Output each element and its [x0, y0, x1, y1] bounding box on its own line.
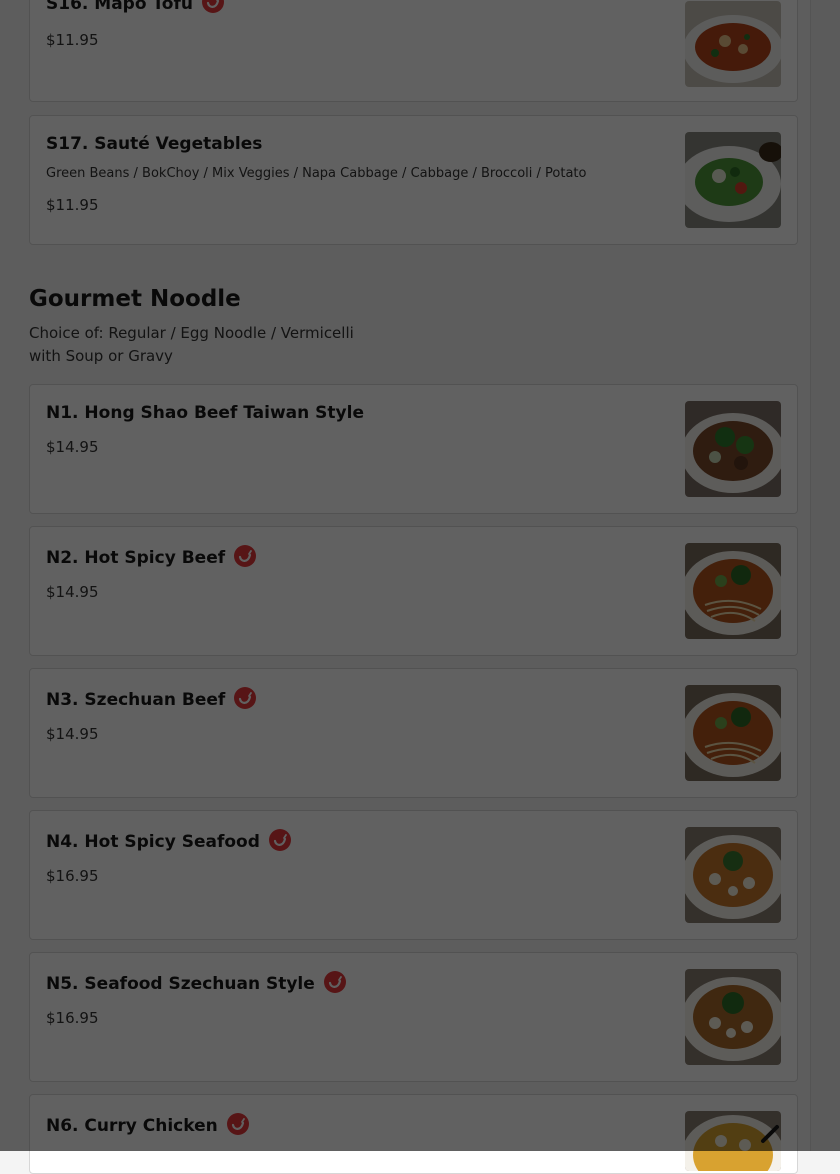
menu-item-card[interactable]: S16. Mapo Tofu $11.95: [29, 0, 798, 102]
menu-item-price: $14.95: [46, 725, 99, 743]
spicy-icon: [268, 829, 291, 851]
page-scrollbar[interactable]: [810, 0, 840, 1151]
menu-item-name-wrap: N4. Hot Spicy Seafood: [46, 829, 291, 852]
menu-item-card[interactable]: N4. Hot Spicy Seafood $16.95: [29, 810, 798, 940]
menu-item-card[interactable]: N2. Hot Spicy Beef $14.95: [29, 526, 798, 656]
menu-page: S16. Mapo Tofu $11.95 S17. Sauté Vegetab…: [0, 0, 840, 1174]
spicy-icon: [234, 687, 257, 709]
menu-item-card[interactable]: N6. Curry Chicken: [29, 1094, 798, 1174]
menu-item-name: N1. Hong Shao Beef Taiwan Style: [46, 403, 364, 423]
menu-item-card[interactable]: N5. Seafood Szechuan Style $16.95: [29, 952, 798, 1082]
menu-item-name-wrap: N2. Hot Spicy Beef: [46, 545, 257, 568]
food-thumbnail-image: [685, 1111, 781, 1171]
section-title: Gourmet Noodle: [29, 286, 241, 312]
menu-item-name: S16. Mapo Tofu: [46, 0, 193, 14]
menu-item-name-wrap: N6. Curry Chicken: [46, 1113, 249, 1136]
menu-item-card[interactable]: N1. Hong Shao Beef Taiwan Style $14.95: [29, 384, 798, 514]
food-thumbnail-image: [685, 1, 781, 87]
spicy-icon: [226, 1113, 249, 1135]
menu-item-card[interactable]: N3. Szechuan Beef $14.95: [29, 668, 798, 798]
section-subtitle-line: Choice of: Regular / Egg Noodle / Vermic…: [29, 324, 354, 342]
spicy-icon: [234, 545, 257, 567]
menu-item-price: $16.95: [46, 1009, 99, 1027]
menu-item-name-wrap: S16. Mapo Tofu: [46, 0, 224, 14]
section-subtitle-line: with Soup or Gravy: [29, 347, 173, 365]
menu-item-name: N3. Szechuan Beef: [46, 690, 226, 710]
food-thumbnail-image: [685, 685, 781, 781]
menu-item-name: N4. Hot Spicy Seafood: [46, 832, 260, 852]
menu-item-price: $16.95: [46, 867, 99, 885]
section-subtitle: Choice of: Regular / Egg Noodle / Vermic…: [29, 322, 369, 368]
food-thumbnail-image: [685, 132, 781, 228]
spicy-icon: [323, 971, 346, 993]
menu-item-name: S17. Sauté Vegetables: [46, 134, 263, 154]
spicy-icon: [201, 0, 224, 13]
menu-item-price: $11.95: [46, 31, 99, 49]
menu-item-price: $14.95: [46, 438, 99, 456]
menu-item-name-wrap: N5. Seafood Szechuan Style: [46, 971, 346, 994]
food-thumbnail-image: [685, 969, 781, 1065]
menu-item-description: Green Beans / BokChoy / Mix Veggies / Na…: [46, 166, 587, 181]
menu-item-name: N2. Hot Spicy Beef: [46, 548, 226, 568]
menu-item-name-wrap: N3. Szechuan Beef: [46, 687, 257, 710]
food-thumbnail-image: [685, 543, 781, 639]
menu-item-card[interactable]: S17. Sauté Vegetables Green Beans / BokC…: [29, 115, 798, 245]
food-thumbnail-image: [685, 827, 781, 923]
menu-item-name: N5. Seafood Szechuan Style: [46, 974, 315, 994]
menu-item-price: $14.95: [46, 583, 99, 601]
menu-item-price: $11.95: [46, 196, 99, 214]
food-thumbnail-image: [685, 401, 781, 497]
menu-item-name: N6. Curry Chicken: [46, 1116, 218, 1136]
